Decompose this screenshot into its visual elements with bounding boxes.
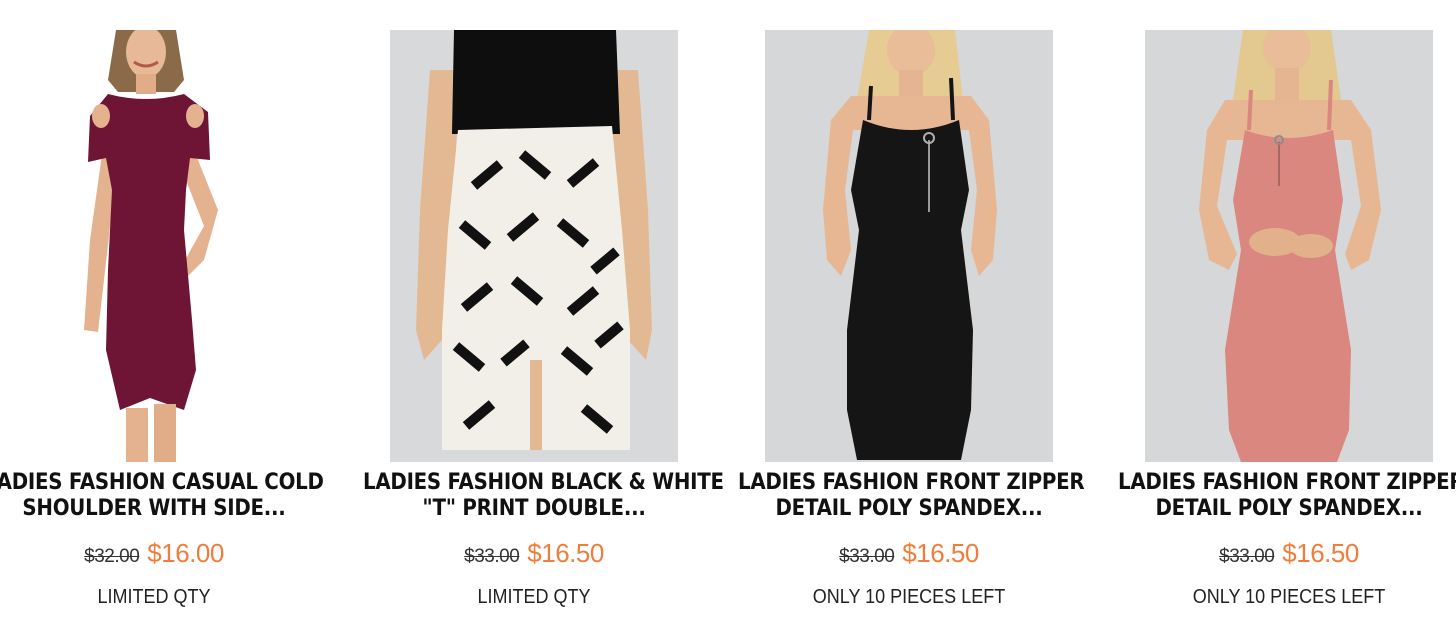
product-title[interactable]: LADIES FASHION CASUAL COLD SHOULDER WITH…: [0, 470, 325, 522]
original-price: $33.00: [1219, 546, 1275, 567]
sale-price: $16.00: [147, 538, 224, 568]
original-price: $33.00: [839, 546, 895, 567]
product-photo-print-skirt-icon: [390, 30, 678, 462]
product-image[interactable]: [765, 30, 1053, 462]
sale-price: $16.50: [902, 538, 979, 568]
stock-status: ONLY 10 PIECES LEFT: [1192, 586, 1386, 608]
product-image[interactable]: [8, 30, 296, 462]
original-price: $33.00: [464, 546, 520, 567]
product-image[interactable]: [1145, 30, 1433, 462]
product-title[interactable]: LADIES FASHION FRONT ZIPPER DETAIL POLY …: [738, 470, 1085, 522]
product-image[interactable]: [390, 30, 678, 462]
stock-status: LIMITED QTY: [97, 586, 211, 608]
original-price: $32.00: [84, 546, 140, 567]
product-title[interactable]: LADIES FASHION FRONT ZIPPER DETAIL POLY …: [1118, 470, 1456, 522]
stock-status: ONLY 10 PIECES LEFT: [812, 586, 1006, 608]
product-title[interactable]: LADIES FASHION BLACK & WHITE "T" PRINT D…: [363, 470, 724, 522]
product-price: $33.00 $16.50: [344, 536, 724, 574]
product-price: $33.00 $16.50: [1099, 536, 1456, 574]
product-photo-pink-dress-icon: [1145, 30, 1433, 462]
product-card[interactable]: LADIES FASHION CASUAL COLD SHOULDER WITH…: [0, 0, 344, 618]
product-grid: LADIES FASHION CASUAL COLD SHOULDER WITH…: [0, 0, 1456, 618]
product-price: $33.00 $16.50: [719, 536, 1099, 574]
product-card[interactable]: LADIES FASHION FRONT ZIPPER DETAIL POLY …: [1099, 0, 1456, 618]
product-card[interactable]: LADIES FASHION FRONT ZIPPER DETAIL POLY …: [719, 0, 1099, 618]
sale-price: $16.50: [1282, 538, 1359, 568]
product-card[interactable]: LADIES FASHION BLACK & WHITE "T" PRINT D…: [344, 0, 724, 618]
product-price: $32.00 $16.00: [0, 536, 344, 574]
product-photo-black-dress-icon: [765, 30, 1053, 462]
product-photo-burgundy-dress-icon: [8, 30, 296, 462]
sale-price: $16.50: [527, 538, 604, 568]
stock-status: LIMITED QTY: [477, 586, 591, 608]
